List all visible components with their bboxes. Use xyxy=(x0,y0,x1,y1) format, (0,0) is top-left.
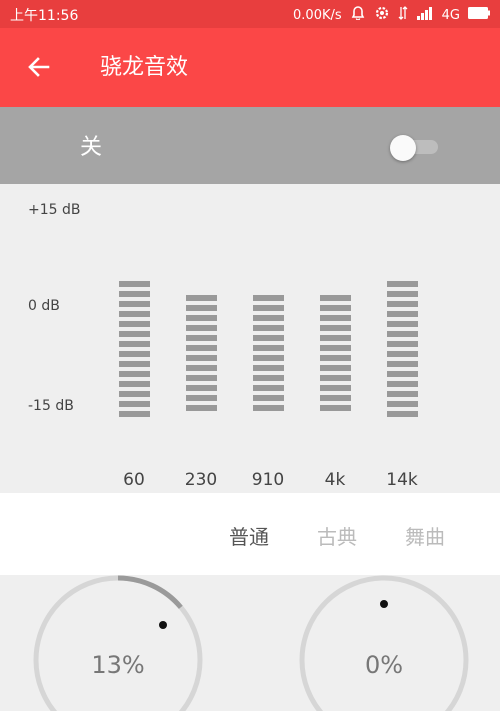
virtualizer-knob[interactable]: 0% xyxy=(299,575,469,711)
data-transfer-icon xyxy=(398,6,408,24)
status-bar: 上午11:56 0.00K/s 4G xyxy=(0,0,500,28)
eq-band-slider[interactable] xyxy=(186,295,217,415)
db-label-mid: 0 dB xyxy=(28,298,60,314)
preset-classical[interactable]: 古典 xyxy=(317,521,357,550)
network-type: 4G xyxy=(441,7,460,23)
arrow-left-icon xyxy=(28,57,50,77)
net-speed: 0.00K/s xyxy=(293,7,342,23)
signal-icon xyxy=(416,6,434,24)
eq-band-frequency: 14k xyxy=(386,470,418,490)
battery-icon xyxy=(468,7,490,23)
page-title: 骁龙音效 xyxy=(100,55,189,80)
eq-band-frequency: 60 xyxy=(123,470,145,490)
knob-panel: 13% 0% xyxy=(0,575,500,711)
effect-switch[interactable] xyxy=(390,135,440,161)
bass-boost-knob[interactable]: 13% xyxy=(33,575,203,711)
eq-band-slider[interactable] xyxy=(253,295,284,415)
preset-selector: 普通 古典 舞曲 xyxy=(0,493,500,575)
toggle-label: 关 xyxy=(80,135,103,160)
knob-dial xyxy=(299,575,469,711)
db-label-top: +15 dB xyxy=(28,202,81,218)
knob-value: 0% xyxy=(364,651,404,679)
knob-value: 13% xyxy=(91,651,145,679)
eq-band-slider[interactable] xyxy=(387,281,418,421)
switch-thumb xyxy=(390,135,416,161)
eq-band-frequency: 910 xyxy=(251,470,285,490)
preset-dance[interactable]: 舞曲 xyxy=(405,521,445,550)
knob-dial xyxy=(33,575,203,711)
eq-band-frequency: 4k xyxy=(324,470,346,490)
back-button[interactable] xyxy=(22,50,56,84)
knob-indicator xyxy=(159,621,167,629)
db-label-bottom: -15 dB xyxy=(28,398,74,414)
eq-band-slider[interactable] xyxy=(119,281,150,421)
preset-normal[interactable]: 普通 xyxy=(229,521,269,550)
equalizer-panel: +15 dB 0 dB -15 dB 60 230 910 4k 14k xyxy=(0,184,500,493)
status-icons: 0.00K/s 4G xyxy=(293,5,490,25)
alarm-icon xyxy=(350,6,366,24)
eq-band-frequency: 230 xyxy=(184,470,218,490)
effect-toggle-row: 关 xyxy=(0,107,500,184)
eq-band-slider[interactable] xyxy=(320,295,351,415)
knob-indicator xyxy=(380,600,388,608)
app-bar: 骁龙音效 xyxy=(0,28,500,107)
settings-icon xyxy=(374,5,390,25)
status-time: 上午11:56 xyxy=(10,8,79,24)
